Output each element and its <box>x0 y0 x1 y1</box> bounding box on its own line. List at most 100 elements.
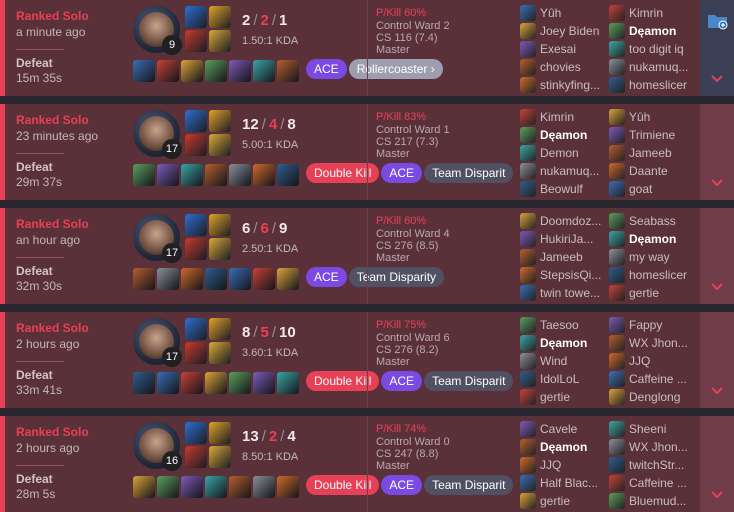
player-name[interactable]: Joey Biden <box>540 24 608 38</box>
expand-panel[interactable] <box>700 0 734 96</box>
rune-icon[interactable] <box>209 342 231 364</box>
chevron-down-icon[interactable] <box>711 278 723 296</box>
item-icon[interactable] <box>157 60 179 82</box>
summoner-spell-icon[interactable] <box>185 6 207 28</box>
player-name[interactable]: Demon <box>540 146 608 160</box>
trinket-icon[interactable] <box>277 268 299 290</box>
match-tag[interactable]: ACE <box>306 267 347 287</box>
item-icon[interactable] <box>133 476 155 498</box>
summoner-spell-icon[interactable] <box>185 318 207 340</box>
player-entry[interactable]: Exesai <box>520 40 608 58</box>
player-name[interactable]: homeslicer <box>629 268 697 282</box>
trinket-icon[interactable] <box>277 60 299 82</box>
item-icon[interactable] <box>181 60 203 82</box>
player-name[interactable]: Kimrin <box>629 6 697 20</box>
rune-icon[interactable] <box>185 342 207 364</box>
player-entry[interactable]: gertie <box>609 284 697 302</box>
player-entry[interactable]: Jameeb <box>520 248 608 266</box>
summoner-spell-icon[interactable] <box>209 318 231 340</box>
player-entry[interactable]: Caffeine ... <box>609 370 697 388</box>
player-entry[interactable]: Dęamon <box>609 22 697 40</box>
player-name[interactable]: my way <box>629 250 697 264</box>
item-icon[interactable] <box>133 60 155 82</box>
player-name[interactable]: too digit iq <box>629 42 697 56</box>
player-entry[interactable]: WX Jhon... <box>609 334 697 352</box>
player-name[interactable]: Yûh <box>540 6 608 20</box>
folder-plus-icon[interactable] <box>707 12 729 30</box>
item-icon[interactable] <box>253 60 275 82</box>
summoner-spell-icon[interactable] <box>185 110 207 132</box>
summoner-spell-icon[interactable] <box>209 6 231 28</box>
player-name[interactable]: gertie <box>540 390 608 404</box>
player-name[interactable]: IdolLoL <box>540 372 608 386</box>
player-name[interactable]: Cavele <box>540 422 608 436</box>
player-entry[interactable]: IdolLoL <box>520 370 608 388</box>
item-icon[interactable] <box>181 372 203 394</box>
player-entry[interactable]: JJQ <box>520 456 608 474</box>
rune-icon[interactable] <box>209 446 231 468</box>
match-tag[interactable]: ACE <box>306 59 347 79</box>
player-entry[interactable]: Yûh <box>609 108 697 126</box>
player-name[interactable]: Daante <box>629 164 697 178</box>
player-name[interactable]: Trimiene <box>629 128 697 142</box>
player-entry[interactable]: Demon <box>520 144 608 162</box>
item-icon[interactable] <box>133 268 155 290</box>
player-entry[interactable]: too digit iq <box>609 40 697 58</box>
player-name[interactable]: Jameeb <box>540 250 608 264</box>
player-name[interactable]: Seabass <box>629 214 697 228</box>
player-name[interactable]: Dęamon <box>629 232 697 246</box>
player-name[interactable]: goat <box>629 182 697 196</box>
item-icon[interactable] <box>157 164 179 186</box>
trinket-icon[interactable] <box>277 164 299 186</box>
player-name[interactable]: Bluemud... <box>629 494 697 508</box>
match-row[interactable]: Ranked Solo 23 minutes ago Defeat 29m 37s 17… <box>0 104 734 200</box>
item-icon[interactable] <box>157 268 179 290</box>
player-name[interactable]: Denglong <box>629 390 697 404</box>
item-icon[interactable] <box>253 476 275 498</box>
item-icon[interactable] <box>229 476 251 498</box>
champion-portrait[interactable]: 17 <box>133 110 182 159</box>
player-entry[interactable]: Daante <box>609 162 697 180</box>
match-row[interactable]: Ranked Solo 2 hours ago Defeat 33m 41s 17 8/5… <box>0 312 734 408</box>
player-entry[interactable]: Joey Biden <box>520 22 608 40</box>
player-entry[interactable]: nukamuq... <box>609 58 697 76</box>
player-name[interactable]: Half Blac... <box>540 476 608 490</box>
trinket-icon[interactable] <box>277 476 299 498</box>
player-entry[interactable]: Dęamon <box>520 126 608 144</box>
summoner-spell-icon[interactable] <box>209 422 231 444</box>
player-name[interactable]: Wind <box>540 354 608 368</box>
item-icon[interactable] <box>181 476 203 498</box>
player-name[interactable]: nukamuq... <box>629 60 697 74</box>
item-icon[interactable] <box>205 476 227 498</box>
player-entry[interactable]: Taesoo <box>520 316 608 334</box>
chevron-down-icon[interactable] <box>711 486 723 504</box>
player-name[interactable]: Jameeb <box>629 146 697 160</box>
player-name[interactable]: Dęamon <box>540 128 608 142</box>
player-name[interactable]: StepsisQi... <box>540 268 608 282</box>
player-entry[interactable]: stinkyfing... <box>520 76 608 94</box>
match-row[interactable]: Ranked Solo 2 hours ago Defeat 28m 5s 16 13/2… <box>0 416 734 512</box>
summoner-spell-icon[interactable] <box>209 214 231 236</box>
item-icon[interactable] <box>205 372 227 394</box>
item-icon[interactable] <box>133 372 155 394</box>
player-entry[interactable]: Seabass <box>609 212 697 230</box>
champion-portrait[interactable]: 9 <box>133 6 182 55</box>
expand-panel[interactable] <box>700 104 734 200</box>
rune-icon[interactable] <box>185 446 207 468</box>
expand-panel[interactable] <box>700 416 734 512</box>
rune-icon[interactable] <box>209 134 231 156</box>
player-entry[interactable]: twin towe... <box>520 284 608 302</box>
player-name[interactable]: twin towe... <box>540 286 608 300</box>
player-name[interactable]: Taesoo <box>540 318 608 332</box>
player-name[interactable]: Exesai <box>540 42 608 56</box>
player-entry[interactable]: Cavele <box>520 420 608 438</box>
player-entry[interactable]: gertie <box>520 492 608 510</box>
player-name[interactable]: JJQ <box>629 354 697 368</box>
player-name[interactable]: gertie <box>540 494 608 508</box>
item-icon[interactable] <box>205 60 227 82</box>
player-entry[interactable]: Denglong <box>609 388 697 406</box>
player-entry[interactable]: chovies <box>520 58 608 76</box>
item-icon[interactable] <box>229 268 251 290</box>
player-entry[interactable]: nukamuq... <box>520 162 608 180</box>
player-entry[interactable]: goat <box>609 180 697 198</box>
